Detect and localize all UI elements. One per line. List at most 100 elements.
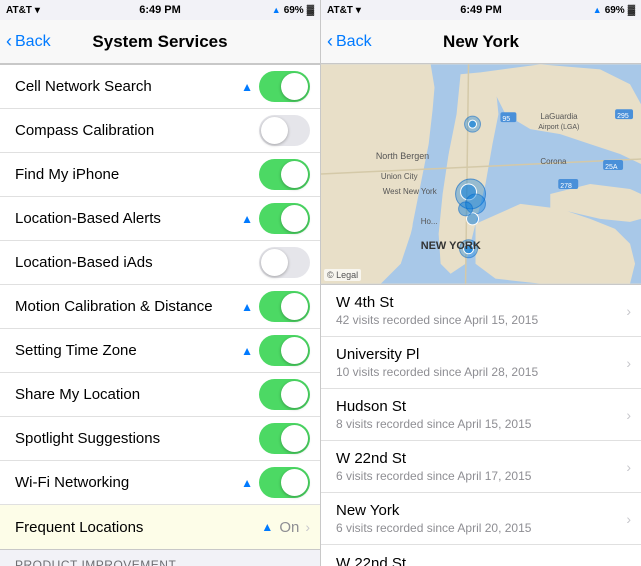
right-status-left: AT&T ▾ [327, 5, 361, 16]
row-motion-calibration[interactable]: Motion Calibration & Distance ▲ [0, 285, 320, 329]
wifi-networking-right: ▲ [241, 467, 310, 498]
left-back-button[interactable]: ‹ Back [6, 31, 51, 52]
setting-time-zone-right: ▲ [241, 335, 310, 366]
row-spotlight-suggestions[interactable]: Spotlight Suggestions [0, 417, 320, 461]
time-left: 6:49 PM [139, 4, 181, 16]
location-based-iads-right [259, 247, 310, 278]
share-my-location-label: Share My Location [15, 386, 259, 403]
left-panel: AT&T ▾ 6:49 PM ▲ 69% ▓ ‹ Back System Ser… [0, 0, 320, 566]
right-status-bar: AT&T ▾ 6:49 PM ▲ 69% ▓ [321, 0, 641, 20]
location-visits-newyork: 6 visits recorded since April 20, 2015 [336, 521, 626, 535]
cell-network-search-right: ▲ [241, 71, 310, 102]
location-info-university: University Pl 10 visits recorded since A… [336, 346, 626, 379]
location-row-hudson[interactable]: Hudson St 8 visits recorded since April … [321, 389, 641, 441]
location-arrow-left: ▲ [272, 5, 281, 15]
location-row-newyork[interactable]: New York 6 visits recorded since April 2… [321, 493, 641, 545]
location-icon-motion: ▲ [241, 300, 253, 314]
location-info-newyork: New York 6 visits recorded since April 2… [336, 502, 626, 535]
find-my-iphone-label: Find My iPhone [15, 166, 259, 183]
battery-icon-right: ▓ [628, 5, 635, 16]
map-legal-text: © Legal [324, 269, 361, 281]
carrier-right: AT&T [327, 5, 353, 16]
location-chevron-university-icon: › [626, 355, 631, 371]
location-row-w22nd-1[interactable]: W 22nd St 6 visits recorded since April … [321, 441, 641, 493]
svg-text:North Bergen: North Bergen [376, 151, 429, 161]
battery-pct-left: 69% [284, 5, 304, 16]
toggle-setting-time-zone[interactable] [259, 335, 310, 366]
right-nav-bar: ‹ Back New York [321, 20, 641, 64]
row-frequent-locations[interactable]: Frequent Locations ▲ On › [0, 505, 320, 549]
location-visits-w22nd-1: 6 visits recorded since April 17, 2015 [336, 469, 626, 483]
time-right: 6:49 PM [460, 4, 502, 16]
location-row-w22nd-2[interactable]: W 22nd St 5 visits recorded since April … [321, 545, 641, 566]
left-status-left: AT&T ▾ [6, 5, 40, 16]
row-find-my-iphone[interactable]: Find My iPhone [0, 153, 320, 197]
location-name-university: University Pl [336, 346, 626, 363]
wifi-left: ▾ [35, 5, 40, 16]
location-info-hudson: Hudson St 8 visits recorded since April … [336, 398, 626, 431]
location-row-university[interactable]: University Pl 10 visits recorded since A… [321, 337, 641, 389]
frequent-locations-chevron-icon: › [305, 519, 310, 535]
row-compass-calibration[interactable]: Compass Calibration [0, 109, 320, 153]
toggle-location-based-iads[interactable] [259, 247, 310, 278]
row-wifi-networking[interactable]: Wi-Fi Networking ▲ [0, 461, 320, 505]
svg-text:Ho...: Ho... [421, 217, 438, 226]
svg-text:95: 95 [502, 116, 510, 123]
row-share-my-location[interactable]: Share My Location [0, 373, 320, 417]
wifi-networking-label: Wi-Fi Networking [15, 474, 241, 491]
map-area[interactable]: North Bergen Union City West New York Ho… [321, 64, 641, 284]
svg-text:NEW YORK: NEW YORK [421, 240, 481, 252]
location-info-w4th: W 4th St 42 visits recorded since April … [336, 294, 626, 327]
cell-network-search-label: Cell Network Search [15, 78, 241, 95]
location-row-w4th[interactable]: W 4th St 42 visits recorded since April … [321, 285, 641, 337]
svg-text:295: 295 [617, 113, 629, 120]
setting-time-zone-label: Setting Time Zone [15, 342, 241, 359]
location-chevron-hudson-icon: › [626, 407, 631, 423]
toggle-spotlight-suggestions[interactable] [259, 423, 310, 454]
location-visits-hudson: 8 visits recorded since April 15, 2015 [336, 417, 626, 431]
settings-group-main: Cell Network Search ▲ Compass Calibratio… [0, 64, 320, 550]
right-back-button[interactable]: ‹ Back [327, 31, 372, 52]
location-name-hudson: Hudson St [336, 398, 626, 415]
svg-text:25A: 25A [605, 164, 618, 171]
location-based-alerts-right: ▲ [241, 203, 310, 234]
right-status-right: ▲ 69% ▓ [593, 5, 635, 16]
row-cell-network-search[interactable]: Cell Network Search ▲ [0, 65, 320, 109]
motion-calibration-label: Motion Calibration & Distance [15, 298, 241, 315]
svg-text:West New York: West New York [383, 187, 437, 196]
motion-calibration-right: ▲ [241, 291, 310, 322]
carrier-left: AT&T [6, 5, 32, 16]
back-chevron-icon: ‹ [6, 31, 12, 52]
location-icon-alerts: ▲ [241, 212, 253, 226]
location-based-iads-label: Location-Based iAds [15, 254, 259, 271]
toggle-share-my-location[interactable] [259, 379, 310, 410]
toggle-wifi-networking[interactable] [259, 467, 310, 498]
location-name-w4th: W 4th St [336, 294, 626, 311]
toggle-find-my-iphone[interactable] [259, 159, 310, 190]
right-panel: AT&T ▾ 6:49 PM ▲ 69% ▓ ‹ Back New York [320, 0, 641, 566]
right-back-label: Back [336, 33, 372, 51]
toggle-motion-calibration[interactable] [259, 291, 310, 322]
svg-text:Corona: Corona [540, 157, 567, 166]
row-location-based-alerts[interactable]: Location-Based Alerts ▲ [0, 197, 320, 241]
toggle-compass-calibration[interactable] [259, 115, 310, 146]
location-info-w22nd-2: W 22nd St 5 visits recorded since April … [336, 555, 626, 566]
compass-calibration-label: Compass Calibration [15, 122, 259, 139]
location-info-w22nd-1: W 22nd St 6 visits recorded since April … [336, 450, 626, 483]
product-improvement-header: PRODUCT IMPROVEMENT [0, 550, 320, 566]
location-based-alerts-label: Location-Based Alerts [15, 210, 241, 227]
left-nav-title: System Services [92, 32, 227, 52]
share-my-location-right [259, 379, 310, 410]
left-nav-bar: ‹ Back System Services [0, 20, 320, 64]
back-label-left: Back [15, 33, 51, 51]
row-setting-time-zone[interactable]: Setting Time Zone ▲ [0, 329, 320, 373]
frequent-locations-right: ▲ On › [261, 519, 310, 536]
location-chevron-w22nd-1-icon: › [626, 459, 631, 475]
toggle-cell-network-search[interactable] [259, 71, 310, 102]
toggle-location-based-alerts[interactable] [259, 203, 310, 234]
location-visits-w4th: 42 visits recorded since April 15, 2015 [336, 313, 626, 327]
location-name-w22nd-1: W 22nd St [336, 450, 626, 467]
row-location-based-iads[interactable]: Location-Based iAds [0, 241, 320, 285]
location-chevron-newyork-icon: › [626, 511, 631, 527]
find-my-iphone-right [259, 159, 310, 190]
